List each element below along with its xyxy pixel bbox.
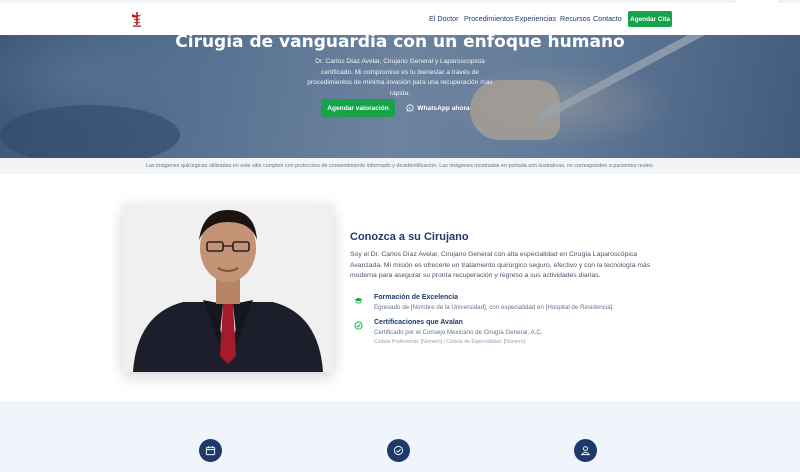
nav-link-recursos[interactable]: Recursos <box>560 14 590 23</box>
whatsapp-button-label: WhatsApp ahora <box>417 104 470 112</box>
doctor-photo <box>123 204 333 372</box>
agendar-valoracion-button[interactable]: Agendar valoración <box>321 99 395 117</box>
about-text: Soy el Dr. Carlos Díaz Avelar, Cirujano … <box>350 251 651 280</box>
about-title: Conozca a su Cirujano <box>350 231 469 243</box>
graduation-cap-icon <box>354 297 363 304</box>
whatsapp-button[interactable]: WhatsApp ahora <box>404 99 472 117</box>
feature-formacion-desc: Egresado de [Nombre de la Universidad], … <box>374 304 615 311</box>
nav-link-procedimientos[interactable]: Procedimientos <box>464 14 514 23</box>
hero-subtitle: Dr. Carlos Díaz Avelar, Cirujano General… <box>307 58 493 97</box>
stat-calendar <box>199 439 222 462</box>
check-circle-icon <box>354 321 363 330</box>
whatsapp-icon <box>406 104 414 112</box>
nav-link-el-doctor[interactable]: El Doctor <box>429 14 459 23</box>
site-header: El Doctor Procedimientos Experiencias Re… <box>0 3 800 35</box>
nav-link-experiencias[interactable]: Experiencias <box>515 14 556 23</box>
feature-formacion-title: Formación de Excelencia <box>374 294 459 301</box>
image-disclaimer: Las imágenes quirúrgicas utilizadas en e… <box>0 158 800 174</box>
agendar-cita-button[interactable]: Agendar Cita <box>628 11 672 27</box>
stat-patients <box>574 439 597 462</box>
hero-banner: Cirugía de vanguardia con un enfoque hum… <box>0 35 800 158</box>
hero-content: Cirugía de vanguardia con un enfoque hum… <box>0 35 800 158</box>
check-badge-icon <box>393 445 404 456</box>
calendar-icon <box>205 446 216 456</box>
hero-title: Cirugía de vanguardia con un enfoque hum… <box>175 35 625 52</box>
doctor-portrait-image <box>123 204 333 372</box>
nav-link-contacto[interactable]: Contacto <box>593 14 622 23</box>
feature-certificaciones-title: Certificaciones que Avalan <box>374 319 463 326</box>
stat-certified <box>387 439 410 462</box>
main-nav: El Doctor Procedimientos Experiencias Re… <box>0 3 800 35</box>
feature-certificaciones-desc: Certificado por el Consejo Mexicano de C… <box>374 329 543 336</box>
patient-icon <box>580 446 591 456</box>
feature-certificaciones-meta: Cédula Profesional: [Número] | Cédula de… <box>374 339 525 345</box>
